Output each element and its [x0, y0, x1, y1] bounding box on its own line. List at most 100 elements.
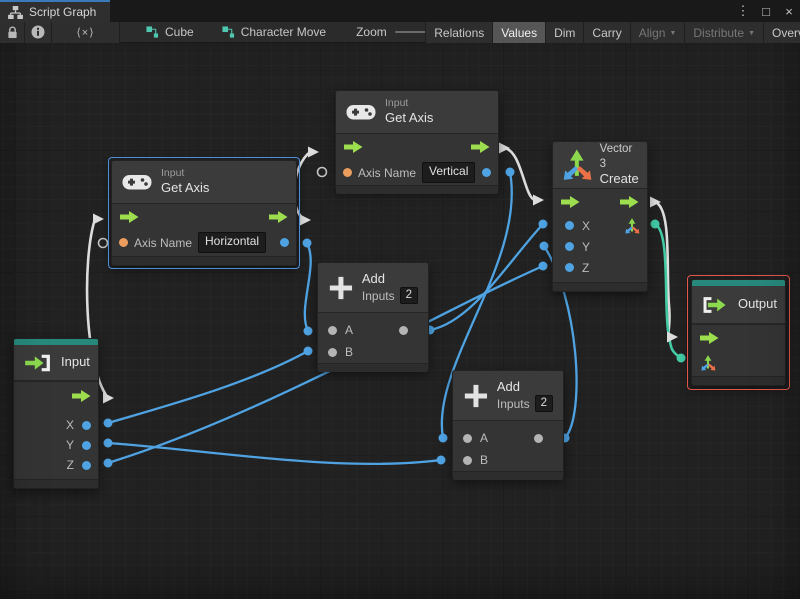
node-output-event[interactable]: Output	[691, 279, 786, 386]
flow-endpoint-arrow	[667, 331, 678, 343]
inputs-count-field[interactable]: 2	[534, 395, 553, 413]
flow-out-port[interactable]	[471, 141, 490, 153]
gamepad-icon	[122, 175, 152, 190]
port-label: Axis Name	[134, 235, 193, 250]
breadcrumb-label: Cube	[165, 25, 194, 39]
port-x-in[interactable]	[565, 221, 574, 230]
node-footer	[692, 376, 785, 385]
relations-toggle[interactable]: Relations	[425, 22, 493, 43]
script-graph-asset-icon	[146, 25, 159, 38]
inputs-label: Inputs	[361, 288, 395, 303]
breadcrumb-label: Character Move	[240, 25, 327, 39]
node-header[interactable]: Input Get Axis	[336, 91, 498, 134]
port-b-in[interactable]	[463, 455, 472, 465]
value-endpoint-dot	[103, 458, 113, 468]
wire-add1-to-vector3-x[interactable]	[428, 222, 545, 332]
vector3-in-port[interactable]	[700, 355, 716, 371]
breadcrumb-character-move[interactable]: Character Move	[216, 22, 332, 43]
flow-in-port[interactable]	[700, 331, 719, 344]
port-z-in[interactable]	[565, 263, 574, 272]
vector-endpoint-dot	[676, 353, 686, 363]
flow-in-port[interactable]	[120, 211, 139, 223]
axis-name-value-field[interactable]: Horizontal	[198, 232, 267, 253]
flow-out-port[interactable]	[72, 389, 91, 402]
flow-out-port[interactable]	[269, 211, 288, 223]
node-title: Output	[737, 296, 777, 312]
value-out-port[interactable]	[280, 238, 289, 247]
wire-input-x-to-add1-b[interactable]	[106, 349, 310, 425]
zoom-label: Zoom	[356, 25, 387, 39]
flow-out-port[interactable]	[620, 196, 639, 208]
vector3-icon	[563, 149, 592, 180]
node-title: Create	[599, 170, 639, 186]
port-y-in[interactable]	[565, 242, 574, 251]
node-header[interactable]: Add Inputs 2	[453, 371, 563, 421]
carry-toggle[interactable]: Carry	[583, 22, 630, 43]
port-a-in[interactable]	[463, 433, 472, 443]
flow-in-port[interactable]	[561, 196, 580, 208]
window-close-button[interactable]: ×	[782, 4, 796, 19]
window-menu-button[interactable]: ⋮	[736, 3, 750, 19]
node-header[interactable]: Input Get Axis	[112, 161, 296, 204]
node-kicker: Input	[385, 96, 409, 109]
sum-out-port[interactable]	[534, 433, 543, 443]
lock-button[interactable]	[0, 21, 25, 43]
node-header[interactable]: Input	[14, 345, 98, 381]
port-label: Y	[582, 239, 591, 254]
info-button[interactable]	[25, 21, 52, 43]
port-z-out[interactable]	[82, 460, 91, 470]
chevron-down-icon: ▼	[669, 30, 677, 37]
value-endpoint-dot	[436, 455, 446, 465]
node-header[interactable]: Vector 3 Create	[553, 142, 647, 189]
port-label: X	[582, 218, 591, 233]
flow-endpoint-arrow	[300, 214, 311, 226]
wire-get-axis-horizontal-to-add1-a[interactable]	[303, 241, 312, 333]
script-graph-asset-icon	[222, 25, 234, 38]
distribute-dropdown[interactable]: Distribute ▼	[684, 22, 763, 43]
axis-name-port[interactable]	[343, 168, 352, 177]
dim-toggle[interactable]: Dim	[545, 22, 584, 43]
node-vector3-create[interactable]: Vector 3 Create X Y Z	[552, 141, 648, 292]
node-title: Input	[61, 354, 90, 370]
graph-tab-icon	[8, 5, 23, 19]
node-add-2[interactable]: Add Inputs 2 A B	[452, 370, 564, 480]
node-get-axis-horizontal[interactable]: Input Get Axis Axis Name Horizontal	[111, 160, 297, 266]
port-a-in[interactable]	[328, 325, 337, 335]
node-add-1[interactable]: Add Inputs 2 A B	[317, 262, 429, 372]
node-header[interactable]: Output	[692, 286, 785, 324]
port-x-out[interactable]	[82, 420, 91, 430]
value-out-port[interactable]	[482, 168, 491, 177]
port-b-in[interactable]	[328, 347, 337, 357]
node-get-axis-vertical[interactable]: Input Get Axis Axis Name Vertical	[335, 90, 499, 194]
window-maximize-button[interactable]: □	[759, 4, 773, 19]
code-preview-button[interactable]: ⟨×⟩	[52, 21, 120, 43]
inputs-count-field[interactable]: 2	[399, 287, 418, 305]
overview-button[interactable]: Overv	[763, 22, 800, 43]
align-dropdown[interactable]: Align ▼	[629, 22, 685, 43]
node-input-event[interactable]: Input X Y Z	[13, 338, 99, 489]
axis-name-port[interactable]	[119, 238, 128, 247]
values-toggle[interactable]: Values	[492, 22, 546, 43]
plus-icon	[329, 276, 353, 299]
value-endpoint-dot	[538, 261, 548, 271]
port-y-out[interactable]	[82, 440, 91, 450]
vector3-out-port[interactable]	[624, 217, 640, 234]
value-endpoint-dot	[505, 167, 515, 177]
node-footer	[453, 471, 563, 480]
node-kicker: Input	[161, 166, 185, 179]
axis-name-value-field[interactable]: Vertical	[422, 162, 476, 183]
lock-icon	[7, 26, 17, 38]
flow-endpoint-arrow	[308, 146, 319, 158]
breadcrumb-cube[interactable]: Cube	[140, 22, 200, 43]
button-label: Align	[638, 25, 666, 40]
sum-out-port[interactable]	[399, 325, 408, 335]
flow-in-port[interactable]	[344, 141, 363, 153]
tab-script-graph[interactable]: Script Graph	[0, 0, 110, 22]
unconnected-port-indicator	[316, 166, 328, 178]
value-endpoint-dot	[302, 238, 312, 248]
node-header[interactable]: Add Inputs 2	[318, 263, 428, 313]
graph-canvas[interactable]: Input Get Axis Axis Name Vertical Input …	[0, 0, 800, 599]
node-kicker: Vector 3	[599, 143, 633, 170]
gamepad-icon	[346, 105, 376, 120]
script-graph-window: Input Get Axis Axis Name Vertical Input …	[0, 0, 800, 599]
